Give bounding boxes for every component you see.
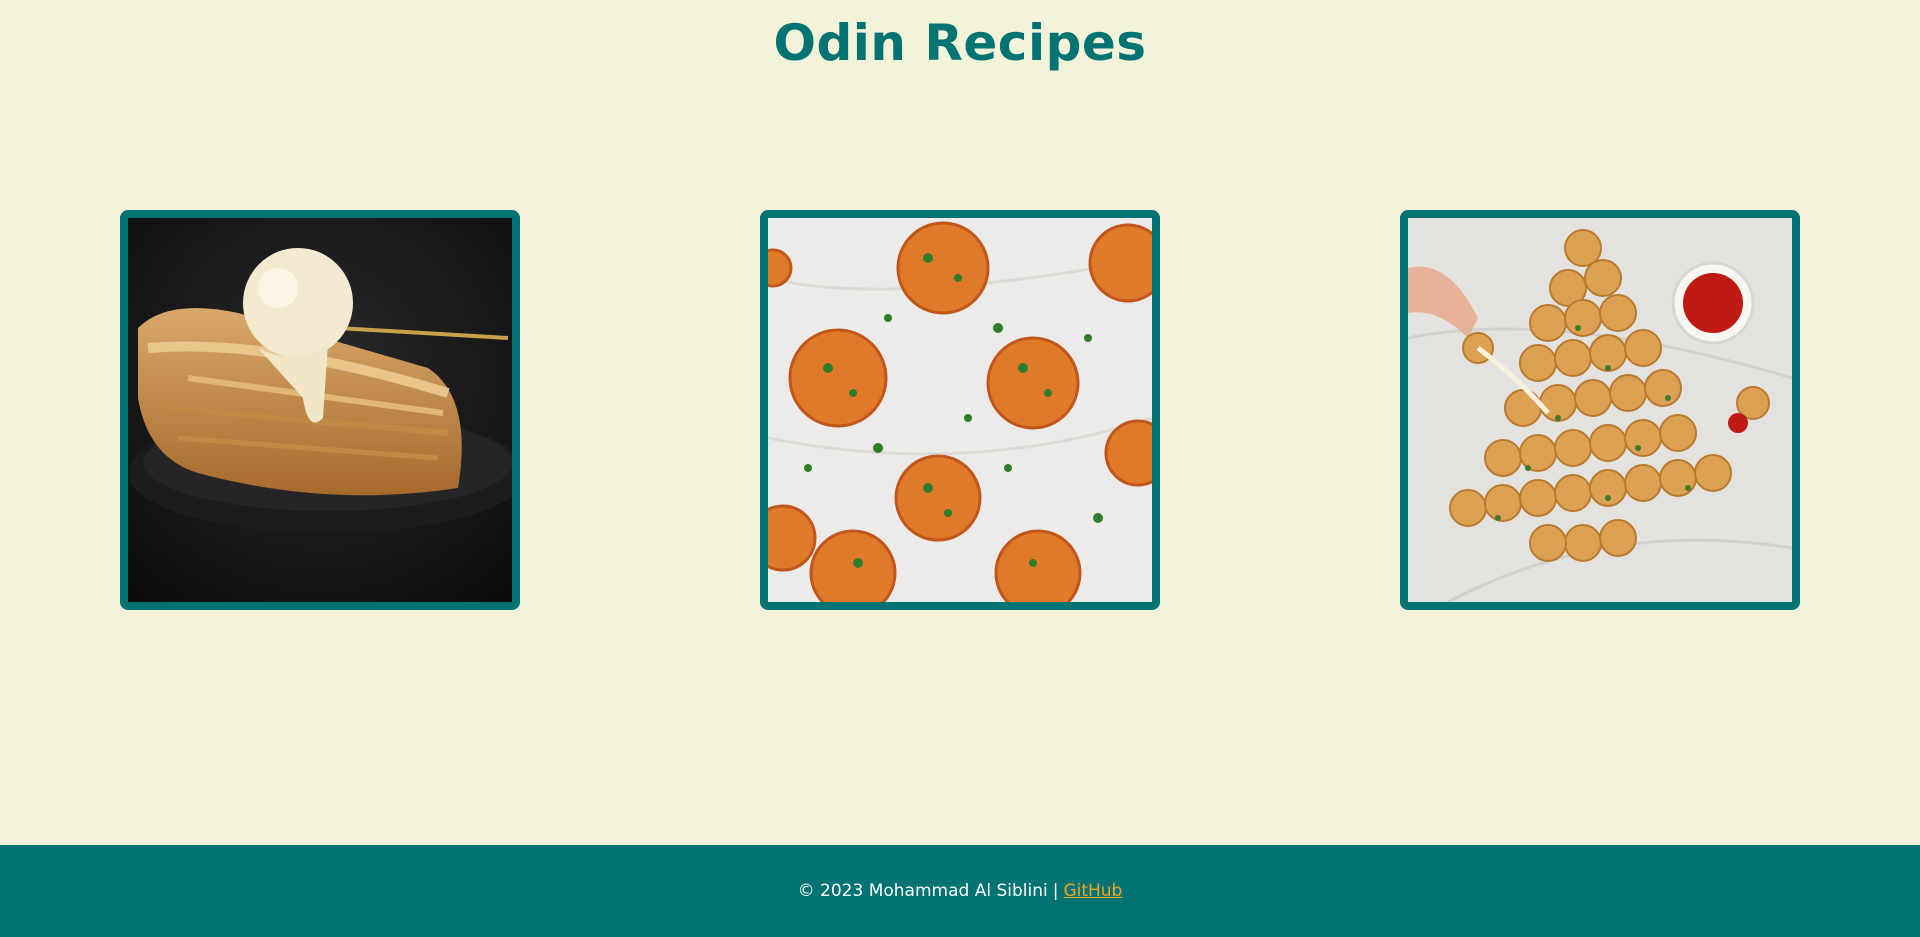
page: Odin Recipes © 2023 Mohammad Al Siblini … (0, 0, 1920, 937)
page-title: Odin Recipes (773, 14, 1147, 72)
copyright-text: © 2023 Mohammad Al Siblini (797, 881, 1048, 901)
cheese-balls-image (768, 218, 1152, 602)
recipe-card-apple-pie[interactable] (120, 210, 520, 610)
recipe-card-bread-tree[interactable] (1400, 210, 1800, 610)
github-link[interactable]: GitHub (1063, 881, 1122, 901)
footer-separator: | (1052, 881, 1059, 901)
apple-pie-image (128, 218, 512, 602)
footer: © 2023 Mohammad Al Siblini | GitHub (0, 845, 1920, 937)
bread-tree-image (1408, 218, 1792, 602)
recipe-card-cheese-balls[interactable] (760, 210, 1160, 610)
